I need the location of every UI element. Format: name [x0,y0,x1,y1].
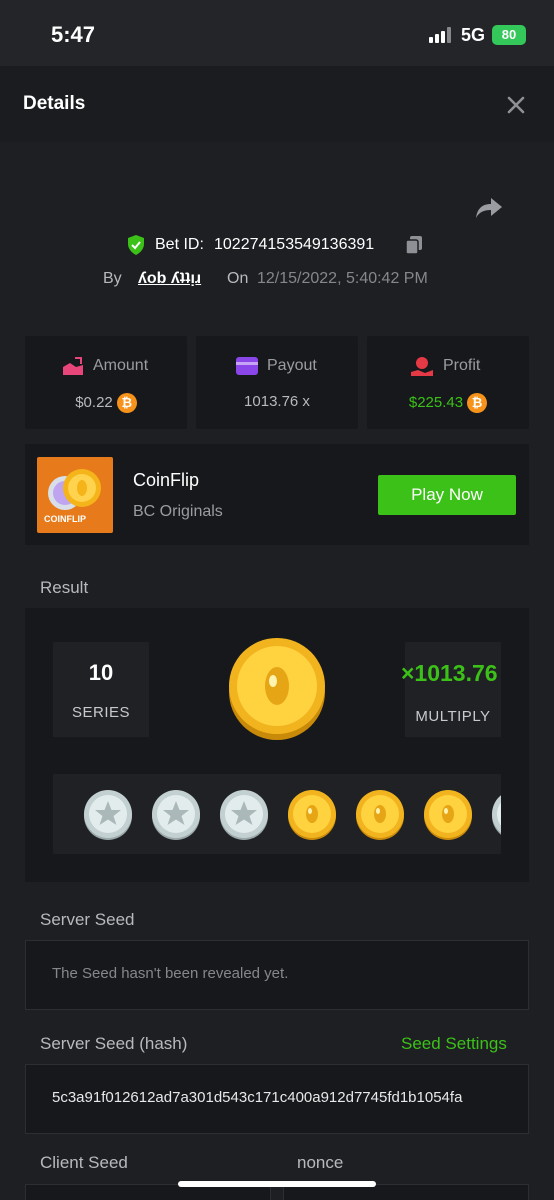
amount-label: Amount [93,357,149,374]
series-value: 10 [88,660,114,685]
copy-icon[interactable] [404,235,424,255]
profit-value: $225.43 [408,393,464,411]
profit-label: Profit [443,357,481,374]
server-seed-value: The Seed hasn't been revealed yet. [52,965,289,982]
user-link[interactable]: ʎob ʎʇʇı̣ɹ [138,270,201,288]
profit-value-row: $225.43 ₿ [367,393,529,413]
coinflip-thumbnail[interactable]: COINFLIP [37,457,113,533]
shield-check-icon [128,235,144,255]
status-time: 5:47 [51,22,96,47]
gold-coin-icon [229,638,325,740]
payout-value-row: 1013.76 x [196,393,358,410]
server-seed-hash-value: 5c3a91f012612ad7a301d543c171c400a912d774… [52,1089,463,1106]
by-label: By [103,270,122,287]
server-seed-hash-label: Server Seed (hash) [40,1034,188,1053]
payout-value: 1013.76 x [244,393,310,410]
silver-coin-icon [220,790,268,840]
server-seed-field: The Seed hasn't been revealed yet. [25,940,529,1010]
game-name: CoinFlip [133,470,200,490]
profit-card: Profit $225.43 ₿ [367,336,529,429]
amount-value: $0.22 [75,393,113,411]
multiply-box: ×1013.76 MULTIPLY [401,642,501,737]
multiply-value: ×1013.76 [401,660,498,686]
bet-id-value: 102274153549136391 [214,236,375,253]
result-label: Result [40,578,89,597]
payout-label: Payout [267,357,317,374]
silver-coin-icon [492,795,501,835]
status-bar: 5:47 5G 80 [0,0,554,66]
play-now-button[interactable]: Play Now [378,475,516,515]
multiply-label: MULTIPLY [415,708,491,725]
bet-id-label: Bet ID: [155,236,204,253]
close-icon[interactable] [504,93,528,117]
seed-settings-link[interactable]: Seed Settings [401,1034,507,1054]
amount-card: Amount $0.22 ₿ [25,336,187,429]
client-seed-label: Client Seed [40,1153,128,1172]
gold-coin-icon [288,790,336,840]
signal-icon [429,27,454,43]
modal-header: Details [0,66,554,142]
home-indicator [178,1181,376,1187]
series-box: 10 SERIES [53,642,149,737]
result-panel: 10 SERIES ×1013.76 MULTIPLY [25,608,529,882]
coin-history-strip [53,774,501,854]
battery-icon: 80 [492,25,526,45]
gold-coin-icon [424,790,472,840]
game-provider: BC Originals [133,503,223,520]
on-label: On [227,270,249,287]
server-seed-label: Server Seed [40,910,135,929]
profit-icon [411,357,433,376]
gold-coin-icon [356,790,404,840]
bet-date: 12/15/2022, 5:40:42 PM [257,270,428,287]
amount-icon [63,357,83,375]
payout-card: Payout 1013.76 x [196,336,358,429]
series-label: SERIES [71,704,131,721]
network-type: 5G [461,25,486,45]
share-icon[interactable] [475,196,503,220]
game-card: COINFLIP CoinFlip BC Originals Play Now [25,444,529,545]
btc-icon: ₿ [116,393,137,413]
payout-icon [236,357,258,375]
nonce-label: nonce [297,1153,344,1172]
btc-icon: ₿ [467,393,488,413]
battery-level: 80 [501,27,517,42]
page-title: Details [23,93,86,114]
silver-coin-icon [152,790,200,840]
silver-coin-icon [84,790,132,840]
thumbnail-caption: COINFLIP [44,514,86,524]
server-seed-hash-field[interactable]: 5c3a91f012612ad7a301d543c171c400a912d774… [25,1064,529,1134]
amount-value-row: $0.22 ₿ [25,393,187,413]
